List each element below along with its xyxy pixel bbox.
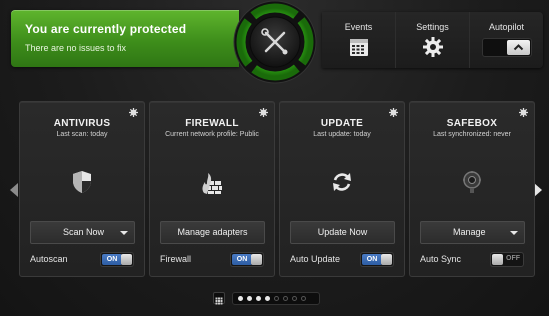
- chevron-up-icon: [513, 44, 523, 51]
- safe-icon: [463, 171, 481, 193]
- auto-sync-row: Auto Sync OFF: [420, 252, 524, 268]
- auto-sync-switch[interactable]: OFF: [490, 252, 524, 267]
- autopilot-toggle-knob: [506, 40, 530, 55]
- page-dots[interactable]: [232, 292, 320, 305]
- card-subtitle: Current network profile: Public: [165, 131, 259, 138]
- page-indicator: [213, 292, 323, 305]
- firewall-label: Firewall: [160, 254, 192, 264]
- manage-label: Manage: [453, 227, 486, 237]
- page-dot[interactable]: [265, 296, 270, 301]
- gear-icon: [422, 37, 443, 57]
- update-now-button[interactable]: Update Now: [290, 221, 395, 244]
- settings-label: Settings: [416, 22, 449, 32]
- events-label: Events: [344, 22, 373, 32]
- firewall-row: Firewall ON: [160, 252, 264, 268]
- protection-status-panel[interactable]: You are currently protected There are no…: [11, 10, 239, 67]
- grid-view-icon[interactable]: [213, 292, 225, 305]
- card-title: ANTIVIRUS: [53, 118, 111, 129]
- card-title: FIREWALL: [185, 118, 239, 129]
- scan-now-button[interactable]: Scan Now: [30, 221, 135, 244]
- antivirus-card: ANTIVIRUS Last scan: today Scan Now Auto…: [19, 101, 145, 277]
- autoscan-label: Autoscan: [30, 254, 68, 264]
- app-window: You are currently protected There are no…: [0, 0, 549, 316]
- auto-update-label: Auto Update: [290, 254, 341, 264]
- autopilot-toggle[interactable]: [481, 38, 532, 57]
- manage-adapters-button[interactable]: Manage adapters: [160, 221, 265, 244]
- card-title: SAFEBOX: [446, 118, 498, 129]
- page-dot[interactable]: [283, 296, 288, 301]
- switch-knob: [121, 254, 132, 265]
- card-subtitle: Last scan: today: [56, 131, 108, 138]
- update-now-label: Update Now: [317, 227, 368, 237]
- card-subtitle: Last update: today: [313, 131, 371, 138]
- switch-state: ON: [232, 254, 252, 265]
- page-dot[interactable]: [274, 296, 279, 301]
- switch-state: OFF: [506, 255, 520, 262]
- auto-update-switch[interactable]: ON: [360, 252, 394, 267]
- previous-page-arrow[interactable]: [10, 183, 18, 197]
- calendar-icon: [349, 39, 368, 56]
- page-dot[interactable]: [238, 296, 243, 301]
- card-settings-gear-icon[interactable]: [519, 108, 528, 117]
- chevron-down-icon[interactable]: [120, 231, 128, 235]
- page-dot[interactable]: [301, 296, 306, 301]
- firewall-icon: [202, 173, 222, 194]
- switch-state: ON: [102, 254, 122, 265]
- switch-state: ON: [362, 254, 382, 265]
- module-cards: ANTIVIRUS Last scan: today Scan Now Auto…: [19, 101, 537, 277]
- events-button[interactable]: Events: [322, 12, 395, 68]
- switch-knob: [251, 254, 262, 265]
- card-settings-gear-icon[interactable]: [129, 108, 138, 117]
- manage-safebox-button[interactable]: Manage: [420, 221, 525, 244]
- autopilot-label: Autopilot: [488, 22, 525, 32]
- refresh-icon: [333, 173, 351, 191]
- status-subtitle: There are no issues to fix: [25, 43, 127, 53]
- page-dot[interactable]: [292, 296, 297, 301]
- page-dot[interactable]: [256, 296, 261, 301]
- grid-icon: [215, 297, 223, 305]
- tools-icon: [233, 0, 317, 84]
- card-subtitle: Last synchronized: never: [433, 131, 511, 138]
- autoscan-switch[interactable]: ON: [100, 252, 134, 267]
- autopilot-control: Autopilot: [469, 12, 543, 68]
- switch-knob: [492, 254, 503, 265]
- settings-button[interactable]: Settings: [395, 12, 469, 68]
- safebox-card: SAFEBOX Last synchronized: never Manage …: [409, 101, 535, 277]
- manage-adapters-label: Manage adapters: [177, 227, 248, 237]
- scan-now-label: Scan Now: [63, 227, 105, 237]
- switch-knob: [381, 254, 392, 265]
- top-navigation: Events Settings Autopilot: [322, 12, 543, 68]
- firewall-switch[interactable]: ON: [230, 252, 264, 267]
- auto-sync-label: Auto Sync: [420, 254, 462, 264]
- firewall-card: FIREWALL Current network profile: Public…: [149, 101, 275, 277]
- auto-update-row: Auto Update ON: [290, 252, 394, 268]
- top-bar: You are currently protected There are no…: [0, 0, 549, 84]
- update-card: UPDATE Last update: today Update Now Aut…: [279, 101, 405, 277]
- card-settings-gear-icon[interactable]: [389, 108, 398, 117]
- page-dot[interactable]: [247, 296, 252, 301]
- card-settings-gear-icon[interactable]: [259, 108, 268, 117]
- card-title: UPDATE: [320, 118, 364, 129]
- autoscan-row: Autoscan ON: [30, 252, 134, 268]
- status-title: You are currently protected: [25, 22, 187, 36]
- chevron-down-icon[interactable]: [510, 231, 518, 235]
- tools-button[interactable]: [233, 0, 317, 84]
- shield-icon: [73, 171, 91, 193]
